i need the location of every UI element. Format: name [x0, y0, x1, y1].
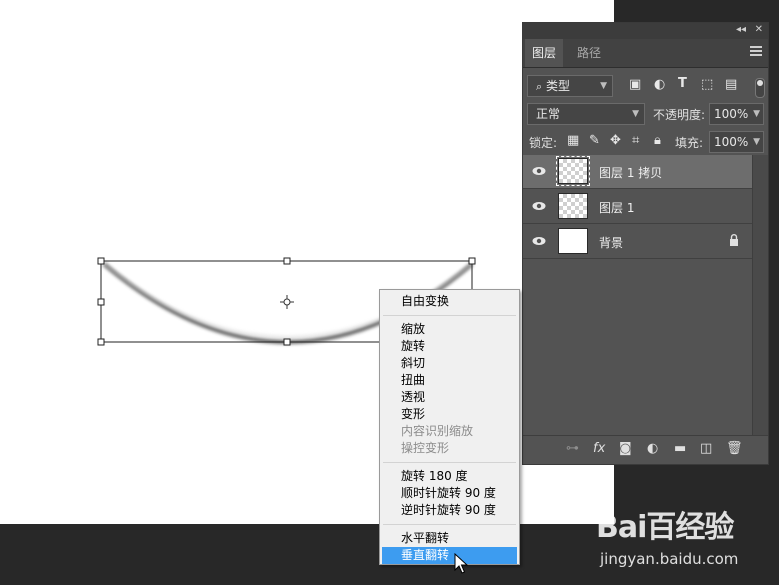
trash-icon[interactable]: 🗑︎ [726, 441, 743, 456]
layer-name: 图层 1 [599, 201, 635, 215]
panel-menu-icon[interactable] [750, 46, 762, 56]
collapse-icon[interactable]: ◂◂ [736, 24, 746, 35]
menu-item-warp[interactable]: 变形 [380, 406, 519, 423]
chevron-down-icon: ▼ [600, 81, 607, 91]
menu-item-rotate[interactable]: 旋转 [380, 338, 519, 355]
fill-value: 100% [714, 135, 749, 149]
menu-separator [383, 315, 516, 316]
blend-mode-dropdown[interactable]: 正常 ▼ [527, 103, 645, 125]
chevron-down-icon: ▼ [632, 109, 639, 119]
close-icon[interactable]: ✕ [755, 24, 763, 35]
new-group-icon[interactable]: ▬ [674, 441, 686, 456]
filter-row: ⌕ 类型 ▼ ▣ ◐ T ⬚ ▤ [523, 74, 768, 98]
lock-pixels-icon[interactable]: ✎ [589, 133, 600, 148]
menu-item-rotate-90-ccw[interactable]: 逆时针旋转 90 度 [380, 502, 519, 519]
shape-filter-icon[interactable]: ⬚ [701, 77, 713, 92]
adjustment-layer-icon[interactable]: ◐ [647, 441, 658, 456]
menu-item-perspective[interactable]: 透视 [380, 389, 519, 406]
layer-name: 图层 1 拷贝 [599, 166, 663, 180]
panel-titlebar: ◂◂ ✕ [523, 23, 768, 39]
visibility-eye-icon[interactable] [532, 166, 546, 176]
layer-thumbnail [558, 228, 588, 254]
layer-row[interactable]: 图层 1 拷贝 [523, 155, 753, 189]
pixel-filter-icon[interactable]: ▣ [629, 77, 641, 92]
tab-layers[interactable]: 图层 [525, 39, 563, 67]
new-layer-icon[interactable]: ◫ [700, 441, 712, 456]
menu-item-content-aware-scale: 内容识别缩放 [401, 424, 474, 438]
layer-lock-icon[interactable] [729, 234, 739, 246]
filter-toggle[interactable] [755, 78, 765, 98]
filter-kind-dropdown[interactable]: ⌕ 类型 ▼ [527, 75, 613, 97]
menu-item-scale[interactable]: 缩放 [380, 321, 519, 338]
menu-item-rotate-90-cw[interactable]: 顺时针旋转 90 度 [380, 485, 519, 502]
lock-position-icon[interactable]: ✥ [610, 133, 621, 148]
search-icon: ⌕ [536, 80, 543, 93]
menu-item-rotate-180[interactable]: 旋转 180 度 [380, 468, 519, 485]
link-layers-icon[interactable]: ⊶ [566, 441, 579, 456]
blend-mode-value: 正常 [536, 107, 561, 121]
layer-row[interactable]: 背景 [523, 225, 753, 259]
layer-row[interactable]: 图层 1 [523, 190, 753, 224]
menu-item-puppet-warp: 操控变形 [401, 441, 450, 455]
chevron-down-icon: ▼ [753, 109, 760, 119]
transform-context-menu: 自由变换 缩放 旋转 斜切 扭曲 透视 变形 内容识别缩放 操控变形 旋转 18… [379, 289, 520, 565]
fill-label: 填充: [675, 136, 704, 150]
chevron-down-icon: ▼ [753, 137, 760, 147]
layers-scrollbar[interactable] [752, 155, 768, 435]
type-filter-icon[interactable]: T [678, 76, 687, 91]
menu-item-distort[interactable]: 扭曲 [380, 372, 519, 389]
layer-thumbnail [558, 193, 588, 219]
menu-item-free-transform[interactable]: 自由变换 [380, 293, 519, 310]
visibility-eye-icon[interactable] [532, 201, 546, 211]
menu-item-flip-horizontal[interactable]: 水平翻转 [380, 530, 519, 547]
opacity-label: 不透明度: [653, 108, 706, 122]
lock-all-icon[interactable]: 🔒︎ [654, 133, 661, 148]
filter-kind-label: 类型 [546, 79, 571, 93]
opacity-value: 100% [714, 107, 749, 121]
menu-separator [383, 524, 516, 525]
opacity-input[interactable]: 100% ▼ [709, 103, 764, 125]
lock-row: 锁定: ▦ ✎ ✥ ⌗ 🔒︎ 填充: 100% ▼ [523, 130, 768, 154]
smart-object-filter-icon[interactable]: ▤ [725, 77, 737, 92]
blend-row: 正常 ▼ 不透明度: 100% ▼ [523, 102, 768, 126]
lock-artboard-icon[interactable]: ⌗ [632, 133, 639, 148]
add-mask-icon[interactable]: ◙ [619, 441, 632, 456]
fill-input[interactable]: 100% ▼ [709, 131, 764, 153]
menu-item-skew[interactable]: 斜切 [380, 355, 519, 372]
panel-footer: ⊶ fx ◙ ◐ ▬ ◫ 🗑︎ [523, 435, 768, 464]
adjustment-filter-icon[interactable]: ◐ [654, 77, 665, 92]
menu-item-flip-vertical[interactable]: 垂直翻转 [382, 547, 517, 564]
reference-point-icon [280, 295, 294, 309]
layers-panel: ◂◂ ✕ 图层 路径 ⌕ 类型 ▼ ▣ ◐ T ⬚ ▤ 正常 ▼ 不透明度: 1… [522, 22, 769, 465]
lock-transparent-icon[interactable]: ▦ [567, 133, 579, 148]
fx-icon[interactable]: fx [593, 441, 605, 456]
visibility-eye-icon[interactable] [532, 236, 546, 246]
tab-paths[interactable]: 路径 [571, 39, 607, 67]
menu-separator [383, 462, 516, 463]
lock-label: 锁定: [529, 136, 558, 150]
watermark-url: jingyan.baidu.com [600, 550, 739, 568]
mouse-cursor-icon [454, 553, 468, 574]
baidu-watermark: Bai百经验 jingyan.baidu.com [596, 498, 776, 582]
layer-thumbnail [556, 156, 590, 186]
layer-name: 背景 [599, 236, 624, 250]
panel-tabs: 图层 路径 [523, 39, 768, 68]
watermark-logo: Bai百经验 [596, 510, 734, 545]
